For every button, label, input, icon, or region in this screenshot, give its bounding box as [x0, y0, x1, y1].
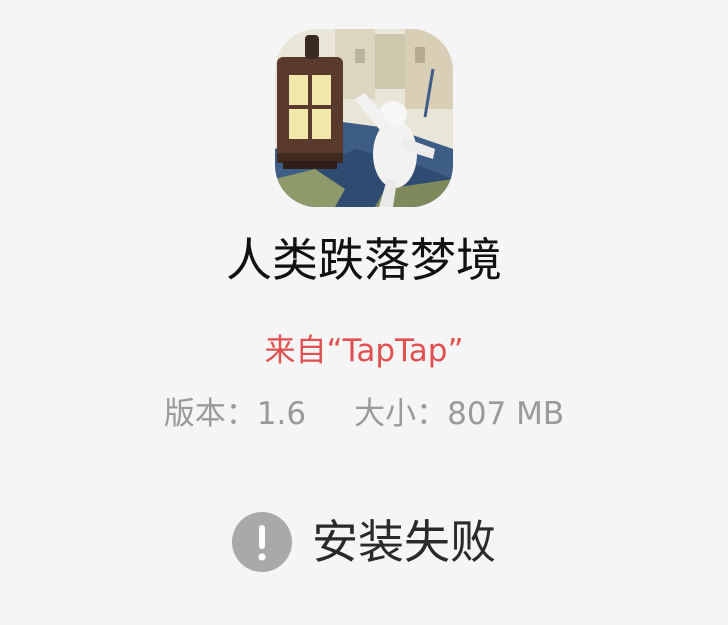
- app-size: 大小：807 MB: [354, 396, 565, 432]
- app-source: 来自“TapTap”: [264, 333, 464, 369]
- app-icon: [275, 29, 453, 207]
- app-meta-row: 版本：1.6 大小：807 MB: [0, 393, 728, 435]
- app-name: 人类跌落梦境: [226, 233, 502, 287]
- warning-icon: [232, 512, 292, 572]
- app-version: 版本：1.6: [163, 396, 307, 432]
- install-result-screen: 人类跌落梦境 来自“TapTap” 版本：1.6 大小：807 MB 安装失败: [0, 0, 728, 625]
- install-status: 安装失败: [0, 512, 728, 572]
- install-status-text: 安装失败: [312, 515, 496, 569]
